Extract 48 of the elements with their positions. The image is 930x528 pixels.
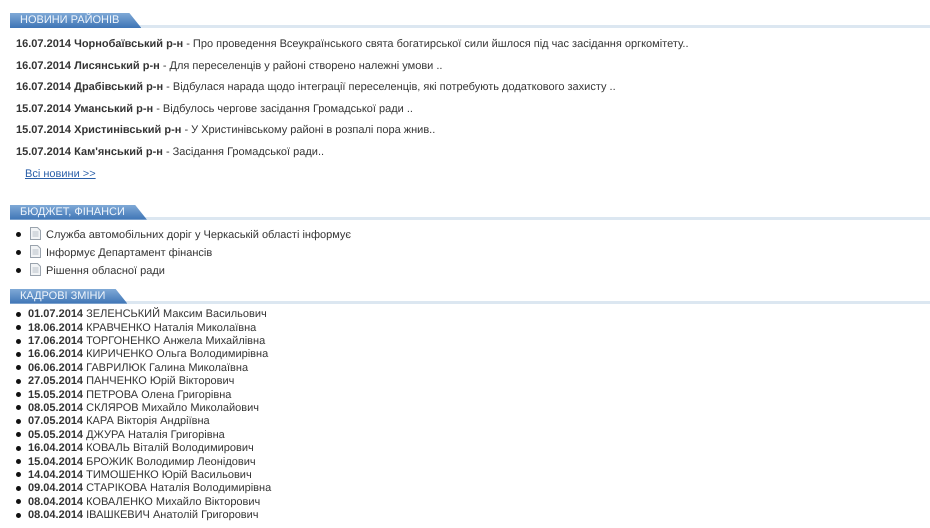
personnel-item[interactable]: 07.05.2014 КАРА Вікторія Андріївна	[28, 415, 210, 428]
news-item[interactable]: 16.07.2014 Лисянський р-н - Для переселенців у районі створено належні умови ..	[16, 56, 930, 78]
personnel-item[interactable]: 27.05.2014 ПАНЧЕНКО Юрій Вікторович	[28, 375, 234, 388]
bullet-icon	[16, 365, 21, 370]
bullet-icon	[16, 432, 21, 438]
bullet-icon	[16, 232, 21, 238]
personnel-item[interactable]: 16.04.2014 КОВАЛЬ Віталій Володимирович	[28, 442, 254, 454]
news-item[interactable]: 15.07.2014 Кам'янський р-н - Засідання Громадської ради..	[16, 142, 930, 164]
bullet-icon	[16, 378, 21, 384]
bullet-icon	[16, 338, 21, 344]
all-news-link[interactable]: Всі новини >>	[25, 168, 96, 180]
personnel-item[interactable]: 06.06.2014 ГАВРИЛЮК Галина Миколаївна	[28, 362, 248, 374]
news-item[interactable]: 16.07.2014 Чорнобаївський р-н - Про проведення Всеукраїнського свята богатирської сили йшлося під час засідання оргкомітету..	[16, 34, 930, 56]
bullet-icon	[16, 352, 21, 357]
document-link[interactable]: Рішення обласної ради	[46, 264, 165, 277]
bullet-icon	[16, 512, 21, 518]
bullet-icon	[16, 312, 21, 317]
bullet-icon	[16, 325, 21, 330]
news-item[interactable]: 15.07.2014 Уманський р-н - Відбулось чергове засідання Громадської ради ..	[16, 98, 930, 120]
document-icon	[30, 262, 41, 276]
personnel-item[interactable]: 17.06.2014 ТОРГОНЕНКО Анжела Михайлівна	[28, 335, 266, 348]
bullet-icon	[16, 499, 21, 504]
bullet-icon	[16, 268, 21, 274]
bullet-icon	[16, 459, 21, 464]
bullet-icon	[16, 472, 21, 478]
bullet-icon	[16, 405, 21, 410]
news-item[interactable]: 15.07.2014 Христинівський р-н - У Христинівському районі в розпалі пора жнив..	[16, 120, 930, 142]
bullet-icon	[16, 446, 21, 451]
personnel-item[interactable]: 15.04.2014 БРОЖИК Володимир Леонідович	[28, 456, 256, 468]
personnel-item[interactable]: 08.05.2014 СКЛЯРОВ Михайло Миколайович	[28, 402, 259, 414]
bullet-icon	[16, 418, 21, 424]
bullet-icon	[16, 392, 21, 398]
personnel-item[interactable]: 09.04.2014 СТАРІКОВА Наталія Володимирівна	[28, 482, 272, 494]
personnel-item[interactable]: 08.04.2014 КОВАЛЕНКО Михайло Вікторович	[28, 496, 260, 508]
personnel-item[interactable]: 08.04.2014 ІВАШКЕВИЧ Анатолій Григорович	[28, 509, 259, 522]
personnel-item[interactable]: 05.05.2014 ДЖУРА Наталія Григорівна	[28, 428, 225, 441]
document-link[interactable]: Інформує Департамент фінансів	[46, 246, 212, 259]
document-link[interactable]: Служба автомобільних доріг у Черкаській області інформує	[46, 228, 352, 241]
document-icon	[30, 244, 41, 258]
news-item[interactable]: 16.07.2014 Драбівський р-н - Відбулася нарада щодо інтеграції переселенців, які потребують додаткового захисту ..	[16, 77, 930, 99]
bullet-icon	[16, 486, 21, 491]
personnel-item[interactable]: 15.05.2014 ПЕТРОВА Олена Григорівна	[28, 388, 232, 401]
personnel-item[interactable]: 14.04.2014 ТИМОШЕНКО Юрій Васильович	[28, 468, 252, 481]
personnel-item[interactable]: 16.06.2014 КИРИЧЕНКО Ольга Володимирівна	[28, 348, 268, 360]
personnel-item[interactable]: 01.07.2014 ЗЕЛЕНСЬКИЙ Максим Васильович	[28, 308, 267, 320]
personnel-item[interactable]: 18.06.2014 КРАВЧЕНКО Наталія Миколаївна	[28, 322, 256, 334]
document-icon	[30, 226, 41, 240]
bullet-icon	[16, 250, 21, 256]
